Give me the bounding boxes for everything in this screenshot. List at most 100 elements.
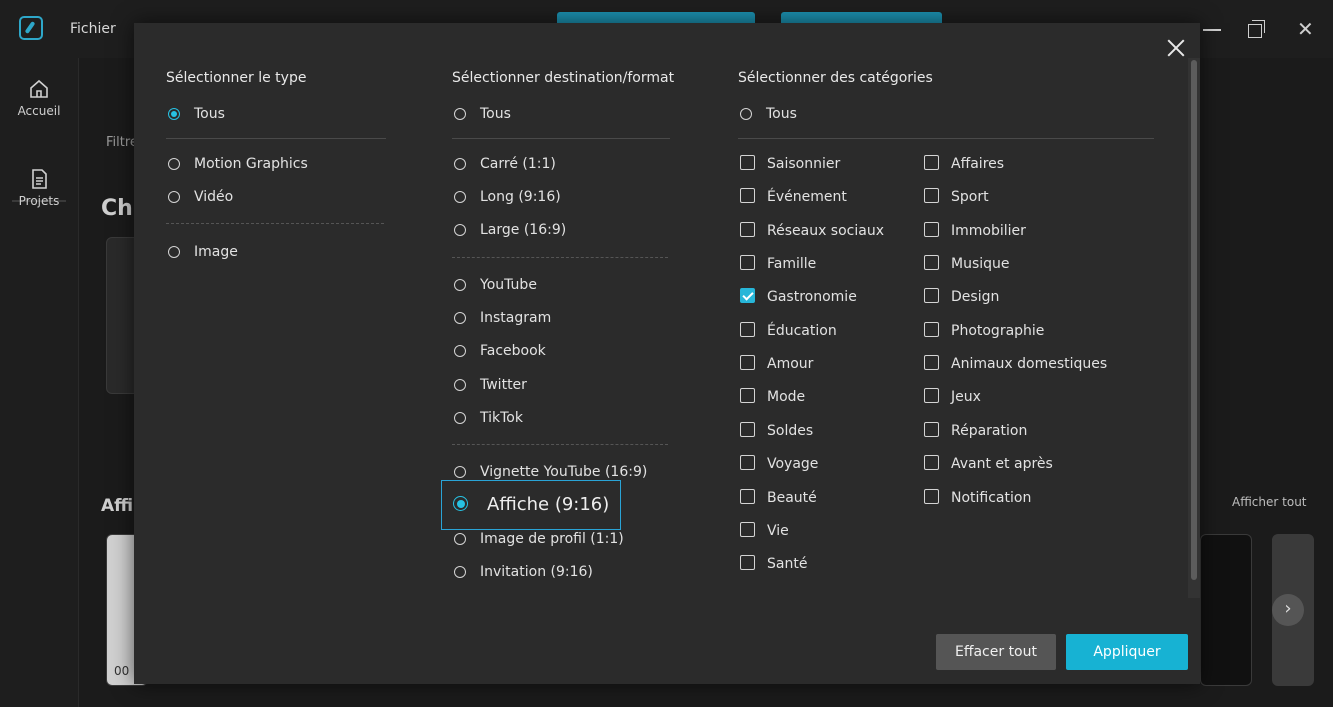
checkbox-icon[interactable] [924,188,939,204]
radio-icon[interactable] [454,191,466,203]
window-close-icon[interactable]: ✕ [1297,19,1314,39]
divider [738,138,1154,139]
checkbox-icon[interactable] [740,155,755,170]
option-label: Voyage [767,456,819,473]
checkbox-icon[interactable] [924,455,939,471]
radio-icon[interactable] [454,158,466,170]
option-label: Sport [951,189,989,206]
option-label: Animaux domestiques [951,356,1108,373]
option-label: Immobilier [951,222,1026,239]
section-heading: Affi [101,496,134,516]
checkbox-icon[interactable] [924,421,939,437]
sidebar-item-accueil[interactable]: Accueil [0,78,78,118]
radio-icon[interactable] [168,191,180,203]
checkbox-icon[interactable] [740,521,755,537]
scrollbar-thumb[interactable] [1191,60,1197,580]
radio-icon[interactable] [454,312,466,324]
divider [166,138,386,139]
menu-file[interactable]: Fichier [70,21,116,37]
radio-icon[interactable] [454,224,466,236]
option-label: YouTube [480,277,537,293]
radio-icon[interactable] [454,466,466,478]
checkbox-icon[interactable] [740,388,755,404]
checkbox-icon[interactable] [924,288,939,304]
radio-icon[interactable] [454,379,466,391]
chevron-right-icon[interactable]: › [1272,594,1304,626]
option-label: Saisonnier [767,156,841,172]
checkbox-icon[interactable] [740,355,755,371]
apply-button[interactable]: Appliquer [1066,634,1188,670]
destination-section-title: Sélectionner destination/format [452,70,675,86]
checkbox-icon[interactable] [924,221,939,237]
option-label: Mode [767,389,806,406]
option-label: Vidéo [194,189,234,205]
option-label: Image [194,244,238,260]
option-label: Large (16:9) [480,222,567,238]
checkbox-icon[interactable] [740,421,755,437]
option-label: Affiche (9:16) [487,494,610,515]
option-label: Jeux [951,389,981,406]
radio-selected-icon[interactable] [453,496,468,511]
radio-icon[interactable] [454,345,466,357]
maximize-icon[interactable] [1248,20,1266,38]
radio-icon[interactable] [740,108,752,120]
checkbox-icon[interactable] [740,488,755,504]
divider-dashed [452,257,668,258]
sidebar: Accueil Projets [0,58,79,707]
radio-icon[interactable] [454,566,466,578]
option-label: Instagram [480,310,552,326]
option-label: Amour [767,356,814,373]
option-label: Beauté [767,489,817,506]
type-section-title: Sélectionner le type [166,70,307,86]
categories-section-title: Sélectionner des catégories [738,70,933,86]
checkbox-icon[interactable] [924,388,939,404]
radio-icon[interactable] [168,246,180,258]
checkbox-icon[interactable] [924,255,939,271]
option-label: Famille [767,256,817,273]
option-label: Tous [480,106,511,122]
sidebar-item-label: Accueil [17,104,61,118]
option-label: Réparation [951,422,1028,439]
option-label: TikTok [480,410,523,426]
checkbox-icon[interactable] [740,188,755,204]
checkbox-icon[interactable] [740,455,755,471]
checkbox-icon[interactable] [924,355,939,371]
option-label: Gastronomie [767,289,857,306]
option-label: Invitation (9:16) [480,564,593,580]
checkbox-icon[interactable] [924,321,939,337]
option-label: Tous [766,106,797,122]
close-icon[interactable] [1166,38,1186,58]
checkbox-icon[interactable] [740,221,755,237]
sidebar-item-label: Projets [18,194,60,208]
radio-icon[interactable] [454,412,466,424]
option-label: Vie [767,522,789,539]
template-thumbnail-2[interactable] [1200,534,1252,686]
option-label: Soldes [767,422,814,439]
option-label: Facebook [480,343,546,359]
option-label: Santé [767,556,808,573]
checkbox-checked-icon[interactable] [740,288,755,304]
option-label: Carré (1:1) [480,156,556,172]
divider-dashed [452,444,668,445]
radio-icon[interactable] [454,108,466,120]
minimize-icon[interactable] [1203,29,1221,31]
radio-icon[interactable] [454,533,466,545]
sidebar-item-projets[interactable]: Projets [0,168,78,208]
show-all-link[interactable]: Afficher tout [1232,495,1307,509]
checkbox-icon[interactable] [924,488,939,504]
destination-option-affiche[interactable]: Affiche (9:16) [441,480,621,530]
option-label: Long (9:16) [480,189,561,205]
checkbox-icon[interactable] [740,321,755,337]
radio-icon[interactable] [454,279,466,291]
option-label: Avant et après [951,456,1053,473]
option-label: Notification [951,489,1032,506]
clear-all-button[interactable]: Effacer tout [936,634,1056,670]
option-label: Vignette YouTube (16:9) [480,464,648,480]
thumbnail-duration: 00 [114,664,130,678]
checkbox-icon[interactable] [740,555,755,571]
checkbox-icon[interactable] [924,155,939,170]
radio-selected-icon[interactable] [168,108,180,120]
checkbox-icon[interactable] [740,255,755,271]
document-icon [32,169,47,189]
radio-icon[interactable] [168,158,180,170]
